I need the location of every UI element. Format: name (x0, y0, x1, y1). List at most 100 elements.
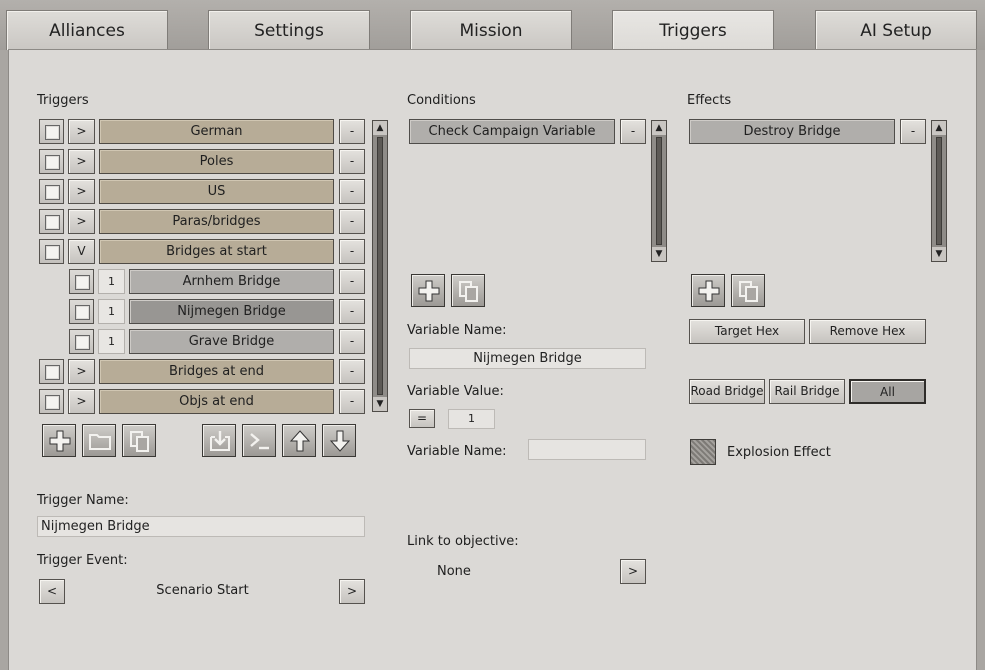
copy-effect-button[interactable] (731, 274, 765, 307)
trigger-event-value: Scenario Start (156, 583, 249, 598)
conditions-scrollbar[interactable]: ▲ ▼ (651, 120, 667, 262)
trigger-checkbox[interactable] (39, 149, 64, 174)
remove-trigger-button[interactable]: - (339, 149, 365, 174)
add-trigger-button[interactable] (42, 424, 76, 457)
scroll-up-arrow-icon[interactable]: ▲ (373, 121, 387, 135)
copy-condition-button[interactable] (451, 274, 485, 307)
remove-trigger-button[interactable]: - (339, 329, 365, 354)
trigger-name-input[interactable]: Nijmegen Bridge (37, 516, 365, 537)
scroll-track[interactable] (936, 137, 942, 245)
remove-hex-button[interactable]: Remove Hex (809, 319, 926, 344)
copy-icon (739, 281, 758, 302)
trigger-group-us[interactable]: US (99, 179, 334, 204)
effects-header: Effects (687, 93, 732, 108)
variable-name-input[interactable]: Nijmegen Bridge (409, 348, 646, 369)
trigger-group-poles[interactable]: Poles (99, 149, 334, 174)
trigger-checkbox[interactable] (69, 299, 94, 324)
copy-icon (130, 431, 149, 452)
road-bridge-button[interactable]: Road Bridge (689, 379, 765, 404)
trigger-event-label: Trigger Event: (37, 553, 128, 568)
variable-name2-label: Variable Name: (407, 444, 507, 459)
expand-button[interactable]: > (68, 389, 95, 414)
trigger-group-bridges-at-end[interactable]: Bridges at end (99, 359, 334, 384)
trigger-checkbox[interactable] (39, 239, 64, 264)
add-folder-button[interactable] (82, 424, 116, 457)
copy-icon (459, 281, 478, 302)
scroll-down-arrow-icon[interactable]: ▼ (932, 247, 946, 261)
trigger-checkbox[interactable] (39, 179, 64, 204)
rail-bridge-button[interactable]: Rail Bridge (769, 379, 845, 404)
arrow-down-icon (329, 430, 351, 452)
variable-name2-input[interactable] (528, 439, 646, 460)
effect-item-destroy-bridge[interactable]: Destroy Bridge (689, 119, 895, 144)
conditions-header: Conditions (407, 93, 476, 108)
variable-value-label: Variable Value: (407, 384, 504, 399)
trigger-group-german[interactable]: German (99, 119, 334, 144)
trigger-item-nijmegen-bridge[interactable]: Nijmegen Bridge (129, 299, 334, 324)
add-condition-button[interactable] (411, 274, 445, 307)
tab-mission[interactable]: Mission (410, 10, 572, 50)
trigger-group-objs-at-end[interactable]: Objs at end (99, 389, 334, 414)
expand-button[interactable]: > (68, 149, 95, 174)
event-next-button[interactable]: > (339, 579, 365, 604)
console-button[interactable] (242, 424, 276, 457)
remove-trigger-button[interactable]: - (339, 359, 365, 384)
remove-condition-button[interactable]: - (620, 119, 646, 144)
target-hex-button[interactable]: Target Hex (689, 319, 805, 344)
remove-trigger-button[interactable]: - (339, 389, 365, 414)
remove-trigger-button[interactable]: - (339, 119, 365, 144)
remove-trigger-button[interactable]: - (339, 209, 365, 234)
explosion-effect-checkbox[interactable] (690, 439, 716, 465)
import-trigger-button[interactable] (202, 424, 236, 457)
scroll-down-arrow-icon[interactable]: ▼ (373, 397, 387, 411)
scroll-up-arrow-icon[interactable]: ▲ (932, 121, 946, 135)
expand-button[interactable]: > (68, 119, 95, 144)
trigger-checkbox[interactable] (69, 269, 94, 294)
collapse-button[interactable]: V (68, 239, 95, 264)
move-up-button[interactable] (282, 424, 316, 457)
remove-effect-button[interactable]: - (900, 119, 926, 144)
plus-icon (698, 280, 720, 302)
variable-value-input[interactable]: 1 (448, 409, 495, 429)
triggers-header: Triggers (37, 93, 89, 108)
scroll-track[interactable] (377, 137, 383, 395)
tab-ai-setup[interactable]: AI Setup (815, 10, 977, 50)
move-down-button[interactable] (322, 424, 356, 457)
tab-triggers[interactable]: Triggers (612, 10, 774, 51)
trigger-checkbox[interactable] (39, 119, 64, 144)
remove-trigger-button[interactable]: - (339, 269, 365, 294)
scroll-down-arrow-icon[interactable]: ▼ (652, 247, 666, 261)
trigger-count: 1 (98, 329, 125, 354)
all-button[interactable]: All (849, 379, 926, 404)
plus-icon (418, 280, 440, 302)
expand-button[interactable]: > (68, 209, 95, 234)
tab-alliances[interactable]: Alliances (6, 10, 168, 50)
operator-button[interactable]: = (409, 409, 435, 428)
copy-trigger-button[interactable] (122, 424, 156, 457)
remove-trigger-button[interactable]: - (339, 179, 365, 204)
trigger-group-bridges-at-start[interactable]: Bridges at start (99, 239, 334, 264)
remove-trigger-button[interactable]: - (339, 299, 365, 324)
remove-trigger-button[interactable]: - (339, 239, 365, 264)
expand-button[interactable]: > (68, 359, 95, 384)
event-prev-button[interactable]: < (39, 579, 65, 604)
trigger-checkbox[interactable] (39, 209, 64, 234)
scroll-up-arrow-icon[interactable]: ▲ (652, 121, 666, 135)
trigger-checkbox[interactable] (39, 359, 64, 384)
condition-item-check-campaign-variable[interactable]: Check Campaign Variable (409, 119, 615, 144)
link-objective-next-button[interactable]: > (620, 559, 646, 584)
effects-scrollbar[interactable]: ▲ ▼ (931, 120, 947, 262)
trigger-checkbox[interactable] (39, 389, 64, 414)
scroll-track[interactable] (656, 137, 662, 245)
trigger-group-paras-bridges[interactable]: Paras/bridges (99, 209, 334, 234)
folder-icon (89, 434, 111, 450)
add-effect-button[interactable] (691, 274, 725, 307)
expand-button[interactable]: > (68, 179, 95, 204)
trigger-item-grave-bridge[interactable]: Grave Bridge (129, 329, 334, 354)
trigger-count: 1 (98, 269, 125, 294)
tab-settings[interactable]: Settings (208, 10, 370, 50)
link-objective-label: Link to objective: (407, 534, 519, 549)
trigger-checkbox[interactable] (69, 329, 94, 354)
trigger-item-arnhem-bridge[interactable]: Arnhem Bridge (129, 269, 334, 294)
triggers-scrollbar[interactable]: ▲ ▼ (372, 120, 388, 412)
